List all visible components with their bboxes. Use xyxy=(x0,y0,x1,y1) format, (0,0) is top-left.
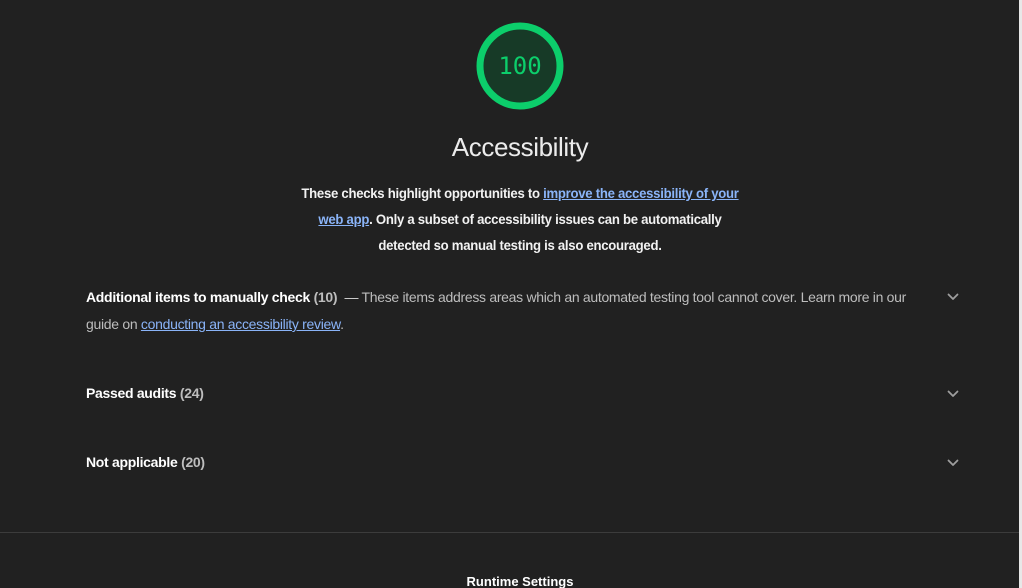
score-gauge-area: 100 xyxy=(0,14,1022,114)
audit-group-header: Additional items to manually check (10) … xyxy=(86,284,936,338)
audit-group-header: Passed audits (24) xyxy=(86,380,936,407)
chevron-down-icon[interactable] xyxy=(946,387,960,401)
review-guide-link[interactable]: conducting an accessibility review xyxy=(141,316,340,332)
audit-group-header: Not applicable (20) xyxy=(86,449,936,476)
group-title: Additional items to manually check xyxy=(86,289,310,305)
group-count: (20) xyxy=(181,454,205,470)
group-count: (10) xyxy=(313,289,338,305)
section-divider xyxy=(0,532,1019,533)
description-prefix: These checks highlight opportunities to xyxy=(301,185,544,201)
group-description-suffix: . xyxy=(340,316,344,332)
accessibility-score-gauge[interactable]: 100 xyxy=(474,20,566,112)
runtime-settings-heading: Runtime Settings xyxy=(466,574,574,588)
category-description: These checks highlight opportunities to … xyxy=(293,180,748,258)
chevron-down-icon[interactable] xyxy=(946,456,960,470)
audit-group-manual[interactable]: Additional items to manually check (10) … xyxy=(86,284,960,338)
category-title: Accessibility xyxy=(451,132,589,162)
audit-group-passed[interactable]: Passed audits (24) xyxy=(86,380,960,407)
group-title: Not applicable xyxy=(86,454,178,470)
group-separator: — xyxy=(344,289,359,305)
chevron-down-icon[interactable] xyxy=(946,290,960,304)
audit-group-not-applicable[interactable]: Not applicable (20) xyxy=(86,449,960,476)
group-count: (24) xyxy=(179,385,204,401)
report-page: 100 Accessibility These checks highlight… xyxy=(0,0,1022,588)
description-suffix: . Only a subset of accessibility issues … xyxy=(369,211,722,253)
gauge-score: 100 xyxy=(498,52,542,80)
group-title: Passed audits xyxy=(86,385,177,401)
